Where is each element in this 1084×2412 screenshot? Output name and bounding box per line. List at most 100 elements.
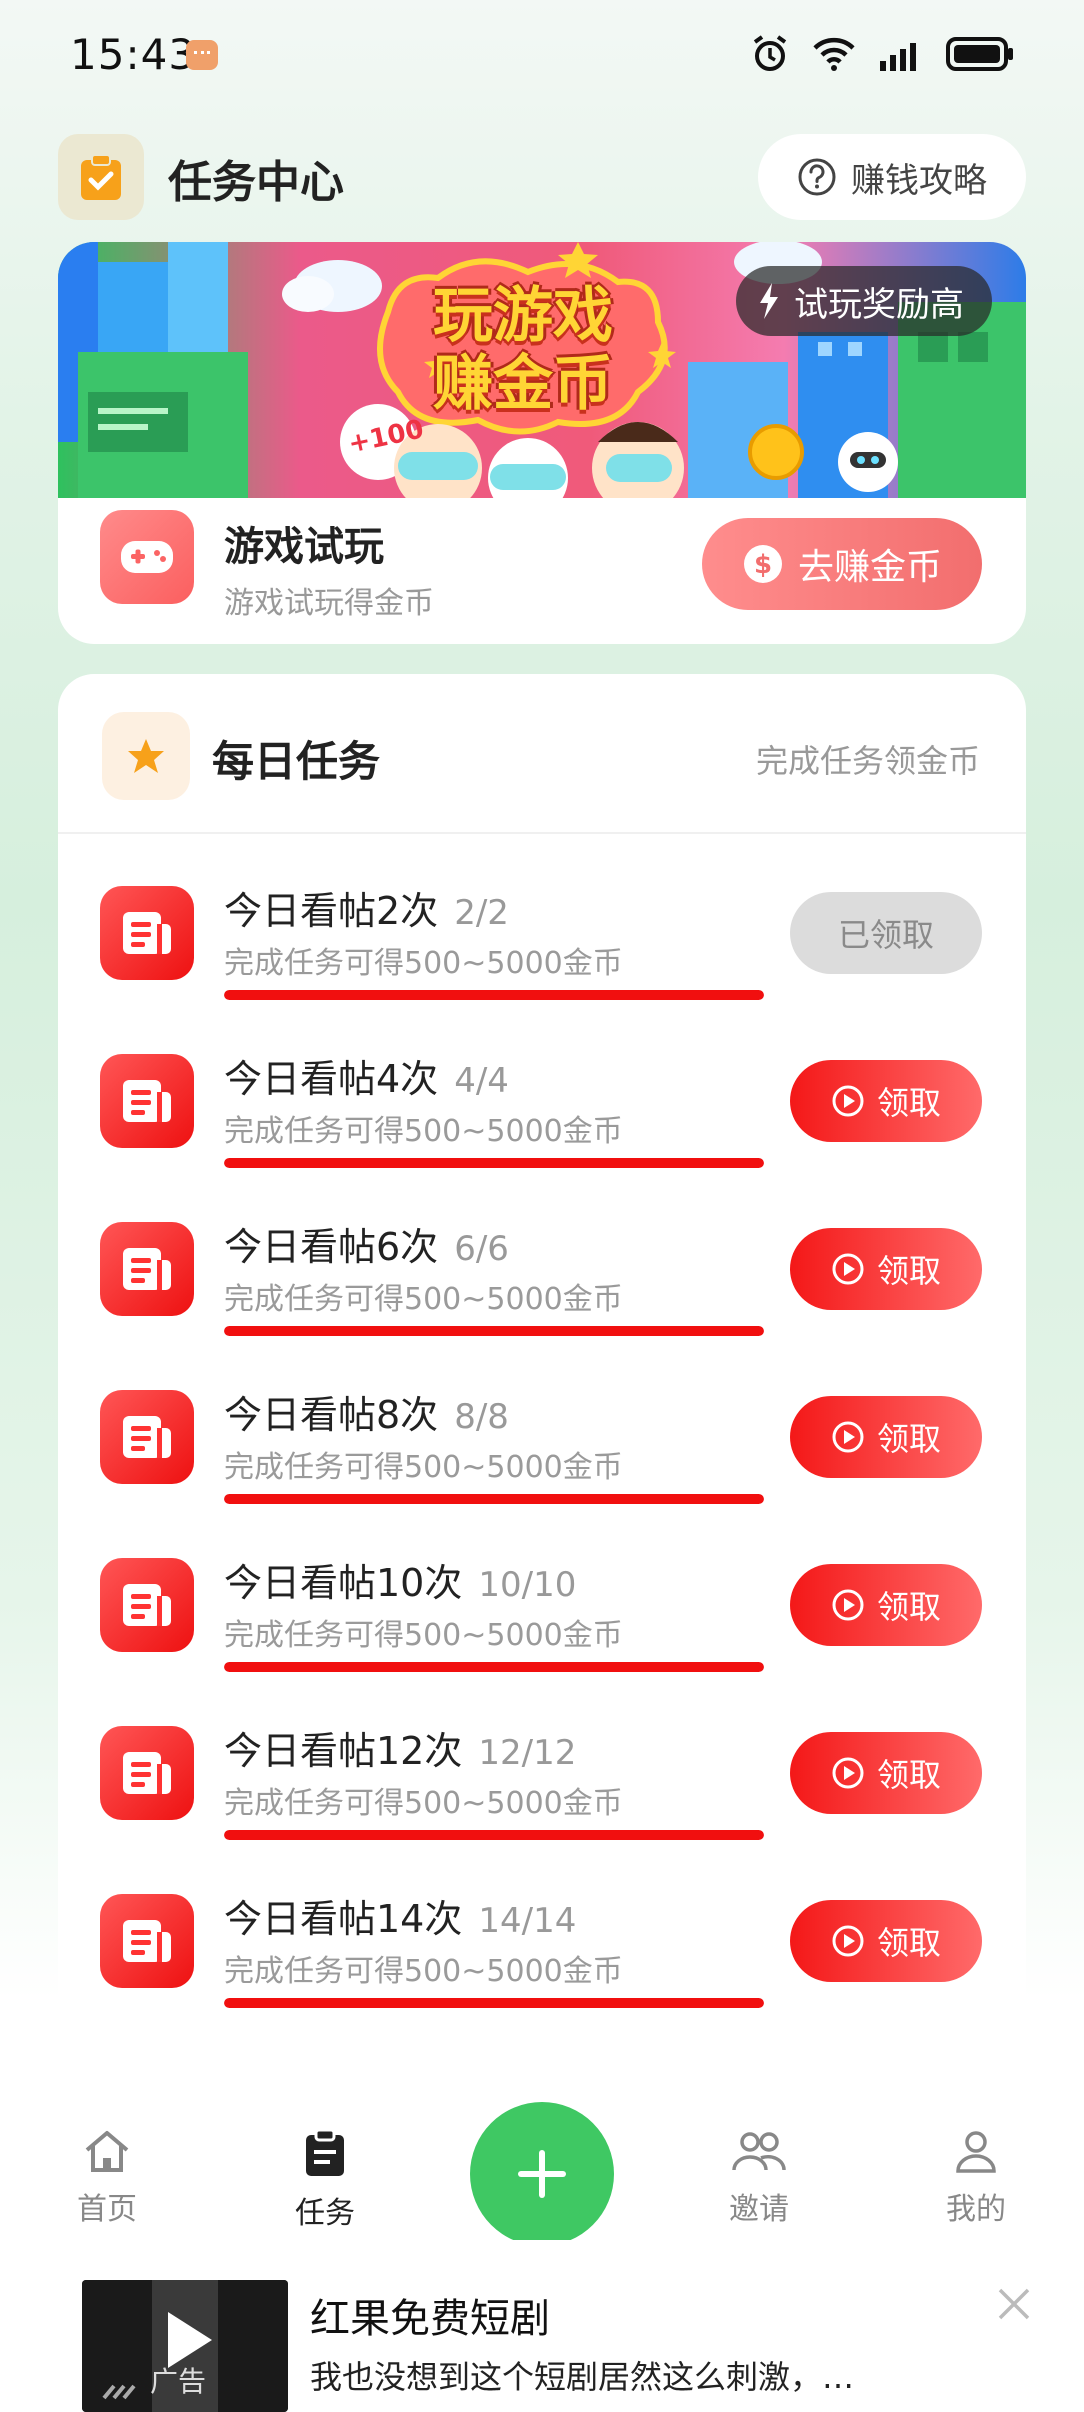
battery-icon xyxy=(946,37,1013,71)
task-progress-bar xyxy=(224,1662,764,1672)
task-reward-description: 完成任务可得500~5000金币 xyxy=(224,1450,623,1485)
claim-reward-button[interactable]: 领取 xyxy=(790,1732,982,1814)
task-progress-fill xyxy=(224,1662,764,1672)
task-title: 今日看帖6次 6/6 xyxy=(224,1216,509,1271)
task-progress-bar xyxy=(224,1494,764,1504)
task-row: 今日看帖10次 10/10 完成任务可得500~5000金币 领取 xyxy=(58,1538,1026,1706)
gamepad-icon xyxy=(121,541,173,573)
play-circle-icon xyxy=(832,1757,864,1789)
task-row: 今日看帖12次 12/12 完成任务可得500~5000金币 领取 xyxy=(58,1706,1026,1874)
claimed-button[interactable]: 已领取 xyxy=(790,892,982,974)
task-title-text: 今日看帖12次 xyxy=(224,1729,463,1773)
task-progress-bar xyxy=(224,1998,764,2008)
banner-title-line1: 玩游戏 xyxy=(433,281,613,351)
claim-reward-button[interactable]: 领取 xyxy=(790,1228,982,1310)
nav-item-home[interactable]: 首页 xyxy=(37,2128,177,2228)
article-icon-tile xyxy=(100,1390,194,1484)
article-icon xyxy=(123,1584,171,1626)
people-icon xyxy=(732,2132,786,2171)
game-trial-subtitle: 游戏试玩得金币 xyxy=(224,586,434,621)
article-icon xyxy=(123,1416,171,1458)
claim-reward-label: 领取 xyxy=(876,1252,941,1290)
claim-reward-label: 领取 xyxy=(876,1924,941,1962)
task-progress-fill xyxy=(224,1998,764,2008)
message-notification-icon xyxy=(186,40,218,70)
play-circle-icon xyxy=(832,1589,864,1621)
article-icon-tile xyxy=(100,1222,194,1316)
claim-reward-label: 领取 xyxy=(876,1756,941,1794)
task-progress-fill xyxy=(224,1326,764,1336)
go-earn-coins-label: 去赚金币 xyxy=(797,547,942,588)
task-progress-fill xyxy=(224,1830,764,1840)
article-icon xyxy=(123,1248,171,1290)
ad-title[interactable]: 红果免费短剧 xyxy=(310,2286,550,2344)
article-icon-tile xyxy=(100,1558,194,1652)
task-row: 今日看帖2次 2/2 完成任务可得500~5000金币 已领取 xyxy=(58,866,1026,1034)
task-progress-count: 12/12 xyxy=(478,1733,577,1773)
task-progress-count: 6/6 xyxy=(454,1229,509,1269)
task-reward-description: 完成任务可得500~5000金币 xyxy=(224,1618,623,1653)
banner-title-line2: 赚金币 xyxy=(433,349,613,419)
claim-reward-label: 领取 xyxy=(876,1420,941,1458)
star-icon-tile xyxy=(102,712,190,800)
lightning-icon xyxy=(760,283,778,319)
alarm-icon xyxy=(753,35,787,71)
task-center-logo xyxy=(58,134,144,220)
nav-item-me[interactable]: 我的 xyxy=(906,2128,1046,2228)
task-progress-fill xyxy=(224,1158,764,1168)
task-progress-fill xyxy=(224,990,764,1000)
status-bar: 15:43 xyxy=(0,0,1084,110)
reward-high-badge: 试玩奖励高 xyxy=(736,266,992,336)
earning-guide-button[interactable]: 赚钱攻略 xyxy=(758,134,1026,220)
task-title: 今日看帖14次 14/14 xyxy=(224,1888,576,1943)
home-icon xyxy=(85,2131,129,2172)
claim-reward-button[interactable]: 领取 xyxy=(790,1564,982,1646)
nav-label-tasks: 任务 xyxy=(295,2196,355,2231)
clipboard-icon xyxy=(306,2128,344,2176)
nav-label-me: 我的 xyxy=(946,2192,1006,2227)
play-circle-icon xyxy=(832,1253,864,1285)
daily-tasks-hint: 完成任务领金币 xyxy=(755,742,980,780)
plus-icon xyxy=(518,2150,566,2198)
ad-banner[interactable]: 广告 红果免费短剧 我也没想到这个短剧居然这么刺激，… xyxy=(0,2240,1084,2412)
claim-reward-button[interactable]: 领取 xyxy=(790,1900,982,1982)
nav-item-invite[interactable]: 邀请 xyxy=(689,2128,829,2228)
page-title: 任务中心 xyxy=(168,157,344,208)
dollar-coin-icon: $ xyxy=(743,545,782,583)
task-row: 今日看帖14次 14/14 完成任务可得500~5000金币 领取 xyxy=(58,1874,1026,2042)
article-icon xyxy=(123,1752,171,1794)
claim-reward-button[interactable]: 领取 xyxy=(790,1396,982,1478)
task-progress-bar xyxy=(224,1830,764,1840)
task-title-text: 今日看帖14次 xyxy=(224,1897,463,1941)
earning-guide-label: 赚钱攻略 xyxy=(851,160,987,201)
close-icon[interactable] xyxy=(994,2284,1034,2324)
claim-reward-label: 领取 xyxy=(876,1588,941,1626)
question-circle-icon xyxy=(798,158,836,196)
task-progress-count: 4/4 xyxy=(454,1061,509,1101)
star-icon xyxy=(128,739,164,773)
task-progress-bar xyxy=(224,1158,764,1168)
gamepad-icon-tile xyxy=(100,510,194,604)
daily-tasks-card: 每日任务 完成任务领金币 今日看帖2次 2/2 完成任务可得500~5000金币 已领… xyxy=(58,674,1026,2056)
claim-reward-label: 领取 xyxy=(876,1084,941,1122)
task-row: 今日看帖6次 6/6 完成任务可得500~5000金币 领取 xyxy=(58,1202,1026,1370)
task-reward-description: 完成任务可得500~5000金币 xyxy=(224,1282,623,1317)
ad-label: 广告 xyxy=(150,2365,207,2398)
task-title-text: 今日看帖4次 xyxy=(224,1057,439,1101)
play-circle-icon xyxy=(832,1421,864,1453)
task-reward-description: 完成任务可得500~5000金币 xyxy=(224,1954,623,1989)
divider xyxy=(58,832,1026,834)
task-title: 今日看帖4次 4/4 xyxy=(224,1048,509,1103)
nav-item-tasks[interactable]: 任务 xyxy=(255,2128,395,2232)
task-progress-count: 2/2 xyxy=(454,893,509,933)
task-title-text: 今日看帖10次 xyxy=(224,1561,463,1605)
task-title: 今日看帖10次 10/10 xyxy=(224,1552,576,1607)
game-banner[interactable]: 玩游戏 赚金币 +100 试玩奖励高 xyxy=(58,242,1026,498)
go-earn-coins-button[interactable]: $ 去赚金币 xyxy=(702,518,982,610)
claim-reward-button[interactable]: 领取 xyxy=(790,1060,982,1142)
task-progress-bar xyxy=(224,1326,764,1336)
create-post-button[interactable] xyxy=(470,2102,614,2246)
task-title: 今日看帖8次 8/8 xyxy=(224,1384,509,1439)
article-icon xyxy=(123,912,171,954)
nav-label-invite: 邀请 xyxy=(729,2192,789,2227)
